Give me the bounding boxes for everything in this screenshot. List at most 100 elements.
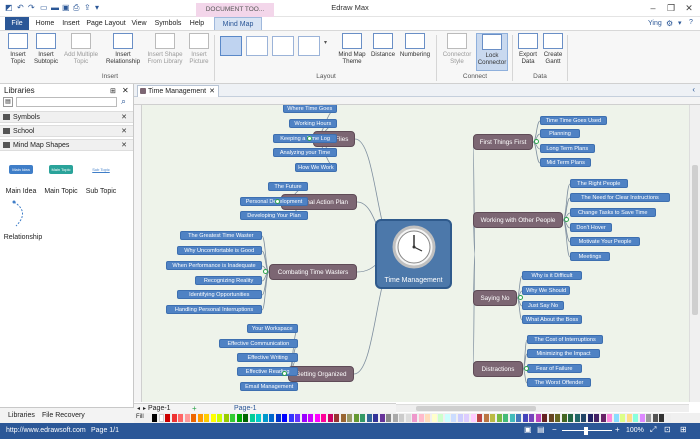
fit-width-icon[interactable]: ▤ (537, 425, 545, 434)
close-icon[interactable]: ✕ (121, 140, 127, 151)
color-swatch[interactable] (334, 414, 339, 422)
mind-map-theme-button[interactable]: Mind Map Theme (336, 33, 368, 65)
color-swatch[interactable] (197, 414, 203, 422)
panel-pin-icon[interactable]: ⊞ (110, 87, 116, 95)
color-swatch[interactable] (314, 414, 320, 422)
color-swatch[interactable] (477, 414, 482, 422)
vertical-scroll-thumb[interactable] (692, 165, 698, 315)
color-swatch[interactable] (366, 414, 372, 422)
color-swatch[interactable] (210, 414, 216, 422)
subtopic-the-need-for-clear-instructions[interactable]: The Need for Clear Instructions (570, 193, 670, 202)
color-swatch[interactable] (535, 414, 541, 422)
subtopic-the-cost-of-interruptions[interactable]: The Cost of Interruptions (527, 335, 603, 344)
color-swatch[interactable] (509, 414, 515, 422)
subtopic-minimizing-the-impact[interactable]: Minimizing the Impact (527, 349, 601, 358)
page-tab-right[interactable]: Page-1 (234, 405, 257, 412)
subtopic-how-we-work[interactable]: How We Work (294, 163, 337, 172)
relationship-shape[interactable] (10, 200, 32, 230)
color-swatch[interactable] (249, 414, 255, 422)
tab-file[interactable]: File (5, 17, 29, 30)
subtopic-keeping-a-time-log[interactable]: Keeping a Time Log (273, 134, 337, 143)
close-icon[interactable]: ✕ (121, 126, 127, 137)
color-swatch[interactable] (555, 414, 560, 422)
color-swatch[interactable] (561, 414, 567, 422)
color-swatch[interactable] (262, 414, 268, 422)
color-swatch[interactable] (256, 414, 261, 422)
main-idea-shape[interactable]: Main Idea (9, 165, 33, 174)
collapse-panel-icon[interactable]: ‹ (692, 85, 695, 94)
zoom-out-icon[interactable]: − (552, 425, 557, 434)
subtopic-what-about-the-boss[interactable]: What About the Boss (522, 315, 582, 324)
restore-button[interactable]: ❐ (664, 2, 678, 14)
add-multiple-topic-button[interactable]: Add Multiple Topic (61, 33, 101, 65)
color-swatch[interactable] (483, 414, 489, 422)
close-window-button[interactable]: ✕ (682, 2, 696, 14)
lock-connector-button[interactable]: Lock Connector (476, 33, 508, 71)
color-swatch[interactable] (236, 414, 242, 422)
topic-first-things-first[interactable]: First Things First (473, 134, 533, 150)
close-icon[interactable]: ✕ (121, 112, 127, 123)
library-item-mind-map-shapes[interactable]: Mind Map Shapes ✕ (0, 139, 133, 151)
subtopic-effective-reading[interactable]: Effective Reading (237, 367, 298, 376)
color-swatch[interactable] (652, 414, 658, 422)
presentation-icon[interactable]: ⊡ (664, 425, 671, 434)
document-tab[interactable]: Time Management ✕ (137, 85, 219, 97)
create-gantt-button[interactable]: Create Gantt (541, 33, 565, 65)
color-swatch[interactable] (321, 414, 326, 422)
color-swatch[interactable] (399, 414, 404, 422)
color-swatch[interactable] (360, 414, 365, 422)
subtopic-fear-of-failure[interactable]: Fear of Failure (527, 364, 582, 373)
color-swatch[interactable] (470, 414, 476, 422)
color-swatch[interactable] (288, 414, 294, 422)
subtopic-motivate-your-people[interactable]: Motivate Your People (570, 237, 640, 246)
color-swatch[interactable] (392, 414, 398, 422)
fullscreen-icon[interactable]: ⤢ (650, 425, 656, 435)
subtopic-mid-term-plans[interactable]: Mid Term Plans (540, 158, 592, 167)
view-mode-icon[interactable]: ⊞ (680, 425, 687, 434)
subtopic-change-tasks-to-save-time[interactable]: Change Tasks to Save Time (570, 208, 656, 217)
collapse-handle-icon[interactable] (275, 199, 280, 204)
tab-mind-map[interactable]: Mind Map (214, 17, 262, 30)
collapse-handle-icon[interactable] (263, 269, 268, 274)
color-swatch[interactable] (282, 414, 287, 422)
collapse-handle-icon[interactable] (524, 366, 529, 371)
subtopic-when-performance-is-inadequate[interactable]: When Performance is Inadequate (166, 261, 262, 270)
color-swatch[interactable] (457, 414, 463, 422)
library-menu-icon[interactable]: ▤ (3, 97, 13, 107)
color-swatch[interactable] (347, 414, 352, 422)
color-swatch[interactable] (230, 414, 235, 422)
vertical-scrollbar[interactable] (689, 105, 700, 402)
color-swatch[interactable] (373, 414, 378, 422)
layout-option-4[interactable] (298, 36, 320, 56)
distance-button[interactable]: Distance (369, 33, 397, 58)
subtopic-the-right-people[interactable]: The Right People (570, 179, 628, 188)
drawing-canvas[interactable]: Time ManagementTime FliesWhere Time Goes… (142, 105, 689, 402)
color-swatch[interactable] (269, 414, 274, 422)
color-swatch[interactable] (425, 414, 430, 422)
color-swatch[interactable] (178, 414, 183, 422)
collapse-handle-icon[interactable] (282, 371, 287, 376)
color-swatch[interactable] (464, 414, 469, 422)
color-swatch[interactable] (613, 414, 619, 422)
color-swatch[interactable] (295, 414, 300, 422)
tab-symbols[interactable]: Symbols (152, 17, 184, 30)
collapse-handle-icon[interactable] (534, 139, 539, 144)
color-swatch[interactable] (217, 414, 222, 422)
topic-combating-time-wasters[interactable]: Combating Time Wasters (269, 264, 357, 280)
color-swatch[interactable] (620, 414, 625, 422)
layout-option-3[interactable] (272, 36, 294, 56)
topic-distractions[interactable]: Distractions (473, 361, 523, 377)
subtopic-why-is-it-difficult[interactable]: Why is it Difficult (522, 271, 582, 280)
color-swatch[interactable] (165, 414, 170, 422)
subtopic-where-time-goes[interactable]: Where Time Goes (282, 105, 337, 113)
zoom-in-icon[interactable]: + (615, 425, 620, 434)
color-swatch[interactable] (379, 414, 385, 422)
subtopic-time-time-goes-used[interactable]: Time Time Goes Used (540, 116, 607, 125)
panel-close-icon[interactable]: ✕ (122, 86, 129, 95)
color-swatch[interactable] (184, 414, 190, 422)
add-page-icon[interactable]: + (192, 404, 197, 413)
subtopic-why-we-should[interactable]: Why We Should (522, 286, 571, 295)
subtopic-the-worst-offender[interactable]: The Worst Offender (527, 378, 591, 387)
subtopic-working-hours[interactable]: Working Hours (288, 119, 337, 128)
color-swatch[interactable] (438, 414, 443, 422)
